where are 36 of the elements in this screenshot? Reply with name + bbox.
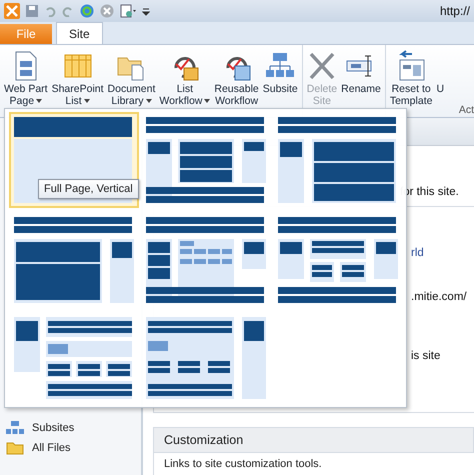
info-value: .mitie.com/ [411, 291, 467, 303]
layout-thumbnail-icon [145, 216, 267, 304]
site-link[interactable]: rld [411, 247, 424, 259]
caret-icon [84, 99, 90, 103]
ribbon-tab[interactable]: Site [56, 22, 103, 44]
info-value: is site [411, 350, 440, 362]
caret-icon [146, 99, 152, 103]
nav-item[interactable]: All Files [6, 441, 135, 455]
layout-thumbnail-icon [145, 116, 267, 204]
ribbon-button[interactable]: Reset to Template [388, 49, 434, 107]
section-description: Links to site customization tools. [153, 453, 474, 475]
ribbon-button[interactable]: Rename [339, 49, 383, 95]
section-title: Customization [153, 427, 474, 453]
save-icon[interactable] [26, 5, 38, 17]
layout-thumbnail-icon [277, 116, 399, 204]
group-label: Act [458, 104, 474, 116]
ribbon-button[interactable]: Document Library [106, 49, 158, 107]
layout-thumbnail-icon [13, 216, 135, 304]
ribbon-button[interactable]: List Workflow [157, 49, 212, 107]
address-text: http:// [440, 4, 470, 18]
ribbon-button[interactable]: Subsite [260, 49, 300, 95]
ribbon-button[interactable]: U [434, 49, 446, 95]
app-logo-icon [4, 3, 20, 19]
tooltip: Full Page, Vertical [38, 179, 139, 199]
sitemap-icon [6, 421, 24, 435]
ribbon-button[interactable]: Reusable Workflow [212, 49, 261, 107]
caret-icon [36, 99, 42, 103]
ribbon-button[interactable]: SharePoint List [50, 49, 106, 107]
nav-item[interactable]: Subsites [6, 421, 135, 435]
refresh-icon[interactable] [80, 4, 94, 18]
caret-icon [204, 99, 210, 103]
preview-icon[interactable] [120, 4, 136, 18]
folder-icon [6, 441, 24, 455]
ribbon-button[interactable]: Web Part Page [2, 49, 50, 107]
customize-toolbar-icon[interactable] [142, 6, 150, 16]
layout-thumbnail-icon [277, 216, 399, 304]
